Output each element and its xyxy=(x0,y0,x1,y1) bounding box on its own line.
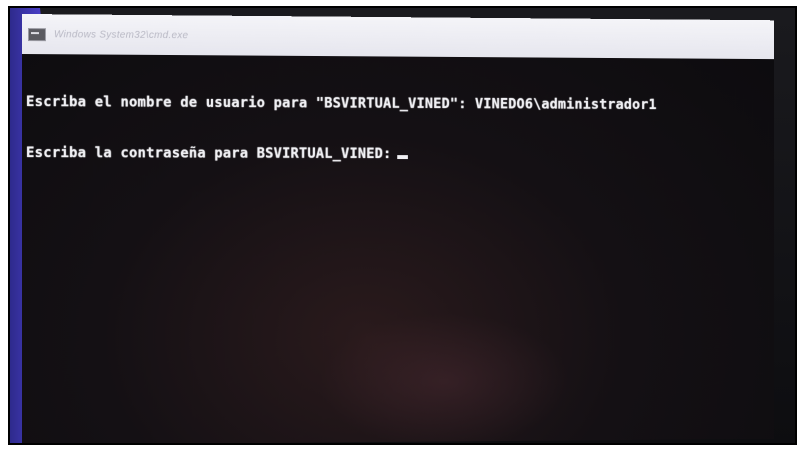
terminal-output[interactable]: Escriba el nombre de usuario para "BSVIR… xyxy=(26,60,657,197)
password-prompt-text: Escriba la contraseña para BSVIRTUAL_VIN… xyxy=(25,145,392,162)
console-icon xyxy=(27,27,46,41)
text-cursor xyxy=(397,155,408,160)
terminal-line-username-prompt: Escriba el nombre de usuario para "BSVIR… xyxy=(25,94,657,113)
window-title: Windows System32\cmd.exe xyxy=(53,28,189,41)
console-titlebar[interactable]: Windows System32\cmd.exe xyxy=(22,14,774,60)
console-window[interactable]: Windows System32\cmd.exe Escriba el nomb… xyxy=(22,14,774,445)
photo-frame: Windows System32\cmd.exe Escriba el nomb… xyxy=(10,8,797,445)
screen-glare xyxy=(318,312,570,445)
terminal-line-password-prompt[interactable]: Escriba la contraseña para BSVIRTUAL_VIN… xyxy=(26,145,657,164)
